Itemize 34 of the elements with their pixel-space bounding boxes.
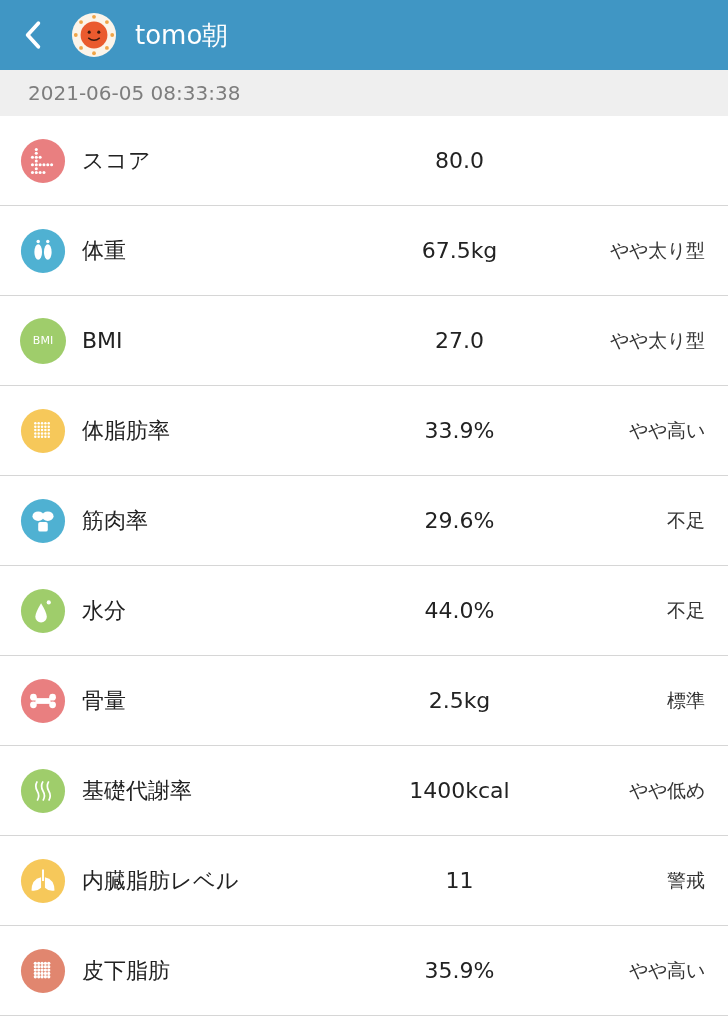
metric-value: 1400kcal: [408, 778, 511, 803]
metric-value: 67.5kg: [420, 238, 499, 263]
back-icon[interactable]: [24, 20, 42, 50]
metric-rating: やや高い: [629, 957, 705, 983]
metric-label: 皮下脂肪: [82, 956, 171, 985]
metric-rating: 不足: [667, 597, 705, 623]
metric-value: 11: [444, 868, 475, 893]
metric-rating: 警戒: [667, 867, 705, 893]
metric-label: 筋肉率: [82, 506, 149, 535]
metric-label: 水分: [82, 596, 127, 625]
metric-label: 骨量: [82, 686, 127, 715]
metric-label: BMI: [82, 328, 124, 353]
metric-value: 29.6%: [423, 508, 496, 533]
profile-name: tomo朝: [135, 18, 229, 52]
metric-label: スコア: [82, 146, 152, 175]
metric-rating: 標準: [667, 687, 705, 713]
metric-label: 体脂肪率: [82, 416, 171, 445]
metric-value: 44.0%: [423, 598, 496, 623]
sun-avatar-icon: [71, 12, 117, 58]
metric-label: 内臓脂肪レベル: [82, 866, 240, 895]
metric-value: 33.9%: [423, 418, 496, 443]
measurement-date: 2021-06-05 08:33:38: [28, 81, 241, 105]
metric-value: 27.0: [434, 328, 485, 353]
metric-rating: やや太り型: [610, 237, 705, 263]
metric-rating: やや低め: [629, 777, 705, 803]
metric-label: 基礎代謝率: [82, 776, 193, 805]
bmi-icon: BMI: [20, 317, 66, 364]
metric-value: 80.0: [434, 148, 485, 173]
metric-label: 体重: [82, 236, 127, 265]
metric-rating: やや高い: [629, 417, 705, 443]
metric-rating: 不足: [667, 507, 705, 533]
metric-value: 35.9%: [423, 958, 496, 983]
metric-rating: やや太り型: [610, 327, 705, 353]
metric-value: 2.5kg: [427, 688, 492, 713]
